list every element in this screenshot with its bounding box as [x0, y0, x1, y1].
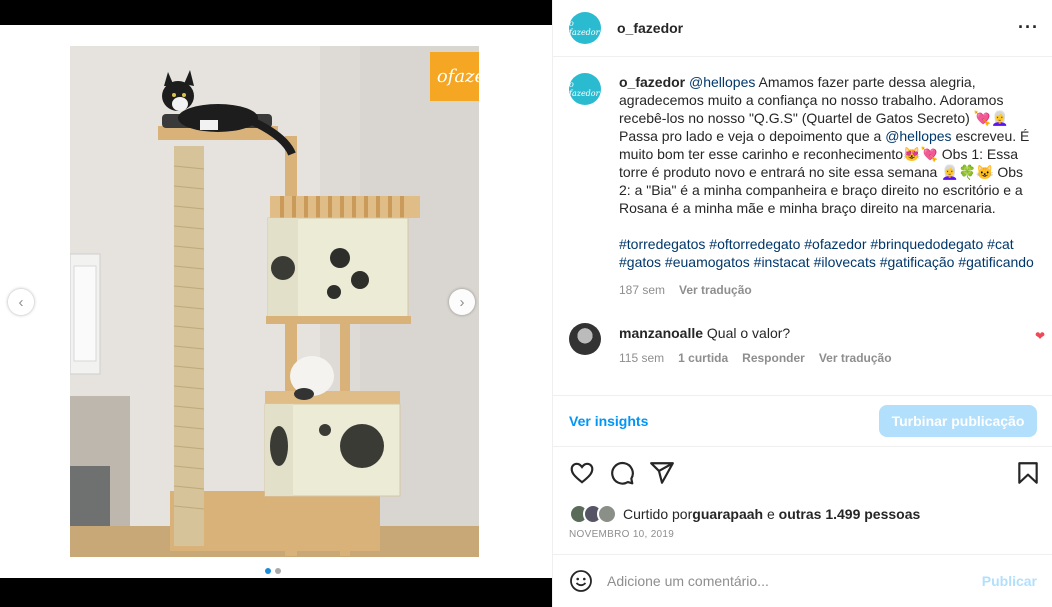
likes-summary: Curtido por guarapaah e outras 1.499 pes…: [569, 504, 920, 524]
instagram-post-viewer: ofazedor ‹ › o fazedor o_fazedor ··· o f…: [0, 0, 1052, 607]
emoji-icon[interactable]: [569, 569, 593, 593]
avatar[interactable]: o fazedor: [569, 12, 601, 44]
caption-username[interactable]: o_fazedor: [619, 74, 685, 90]
insights-bar: Ver insights Turbinar publicação: [553, 395, 1052, 447]
carousel-indicator: [265, 568, 281, 574]
chevron-left-icon: ‹: [18, 293, 24, 311]
caption-meta: 187 sem Ver tradução: [619, 281, 1037, 299]
bookmark-icon[interactable]: [1015, 460, 1041, 486]
mention-link[interactable]: @hellopes: [885, 128, 951, 144]
post-details-panel: o fazedor o_fazedor ··· o fazedor o_faze…: [552, 0, 1052, 607]
view-insights-link[interactable]: Ver insights: [569, 413, 648, 429]
comment-time[interactable]: 115 sem: [619, 351, 664, 365]
add-comment-bar: Publicar: [553, 554, 1052, 607]
comments-section: o fazedor o_fazedor @hellopes Amamos faz…: [553, 57, 1052, 395]
previous-slide-button[interactable]: ‹: [8, 289, 34, 315]
publish-button[interactable]: Publicar: [982, 573, 1037, 589]
hashtags[interactable]: #torredegatos #oftorredegato #ofazedor #…: [619, 235, 1037, 271]
avatar[interactable]: [597, 504, 617, 524]
caption-text: o_fazedor @hellopes Amamos fazer parte d…: [619, 73, 1037, 217]
cat-tower-photo: [70, 46, 479, 557]
next-slide-button[interactable]: ›: [449, 289, 475, 315]
see-translation-link[interactable]: Ver tradução: [819, 351, 892, 365]
comment-icon[interactable]: [609, 460, 635, 486]
share-icon[interactable]: [649, 460, 675, 486]
avatar[interactable]: [569, 323, 601, 355]
caption-time[interactable]: 187 sem: [619, 281, 665, 299]
comment-text: Qual o valor?: [703, 325, 791, 341]
liked-by-suffix: e: [763, 506, 779, 522]
action-bar: [569, 460, 1038, 488]
liker-avatars: [569, 504, 617, 524]
caption-body: o_fazedor @hellopes Amamos fazer parte d…: [619, 73, 1037, 299]
watermark-logo: ofazedor: [430, 52, 479, 101]
liked-by-others[interactable]: outras 1.499 pessoas: [779, 506, 921, 522]
media-backdrop-bottom: [0, 578, 552, 607]
comment-item: manzanoalle Qual o valor? 115 sem 1 curt…: [569, 323, 1045, 365]
heart-icon[interactable]: [569, 460, 595, 486]
more-options-icon[interactable]: ···: [1018, 17, 1039, 38]
post-header: o fazedor o_fazedor ···: [553, 0, 1052, 57]
caption-avatar[interactable]: o fazedor: [569, 73, 601, 105]
comment-body: manzanoalle Qual o valor? 115 sem 1 curt…: [619, 323, 1019, 365]
comment-likes[interactable]: 1 curtida: [678, 351, 728, 365]
liked-by-prefix: Curtido por: [623, 506, 693, 522]
liked-by-user[interactable]: guarapaah: [692, 506, 763, 522]
post-photo: ofazedor: [70, 46, 479, 557]
mention-link[interactable]: @hellopes: [689, 74, 755, 90]
carousel-dot-1: [265, 568, 271, 574]
see-translation-link[interactable]: Ver tradução: [679, 281, 752, 299]
media-backdrop-top: [0, 0, 552, 25]
boost-post-button[interactable]: Turbinar publicação: [879, 405, 1037, 437]
comment-meta: 115 sem 1 curtida Responder Ver tradução: [619, 351, 1019, 365]
chevron-right-icon: ›: [459, 293, 465, 311]
comment-username[interactable]: manzanoalle: [619, 325, 703, 341]
reply-button[interactable]: Responder: [742, 351, 805, 365]
post-username[interactable]: o_fazedor: [617, 20, 683, 36]
comment-input[interactable]: [607, 573, 982, 589]
post-date[interactable]: NOVEMBRO 10, 2019: [569, 529, 674, 540]
comment-heart-icon[interactable]: ❤: [1035, 329, 1045, 343]
carousel-dot-2: [275, 568, 281, 574]
post-caption: o fazedor o_fazedor @hellopes Amamos faz…: [569, 73, 1037, 299]
post-media: ofazedor ‹ ›: [0, 25, 552, 578]
